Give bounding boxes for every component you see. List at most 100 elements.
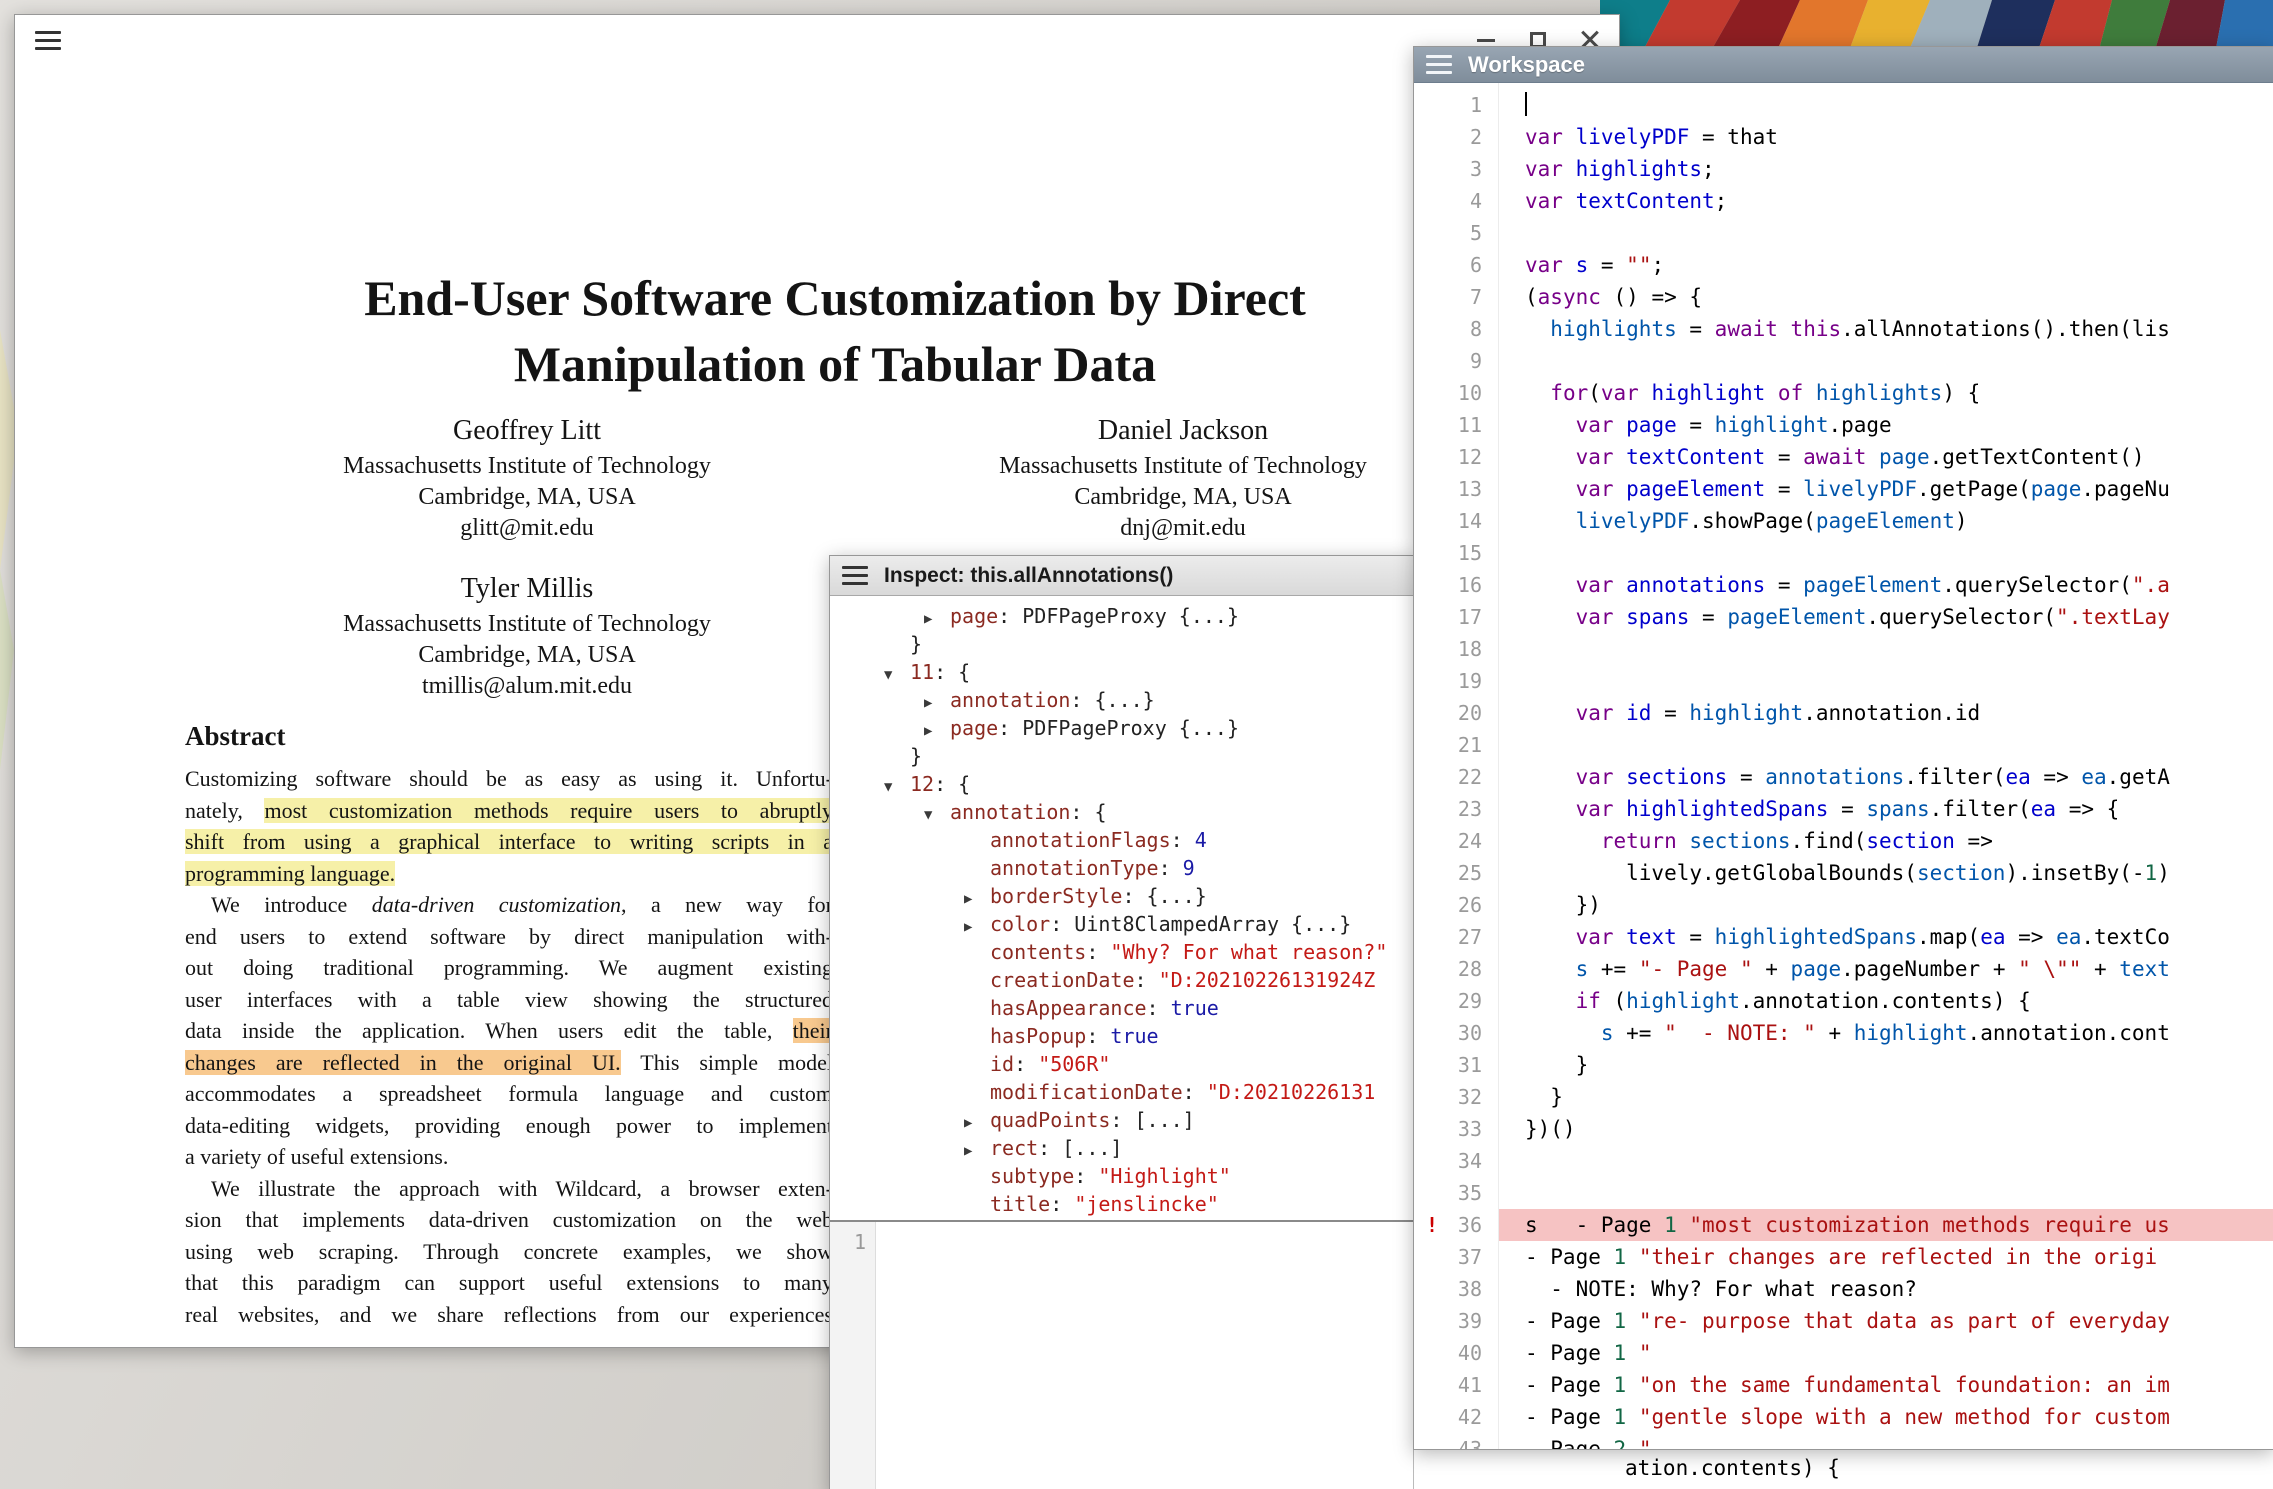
code-line[interactable]: 20 var id = highlight.annotation.id <box>1414 697 2273 729</box>
code-line[interactable]: 24 return sections.find(section => <box>1414 825 2273 857</box>
code-line[interactable]: 33})() <box>1414 1113 2273 1145</box>
code-line[interactable]: 11 var page = highlight.page <box>1414 409 2273 441</box>
pdf-highlight-yellow[interactable]: programming language. <box>185 861 395 886</box>
tree-row[interactable]: ▶rect: [...] <box>830 1134 1418 1162</box>
expand-arrow-icon[interactable]: ▶ <box>964 885 990 913</box>
inspect-titlebar[interactable]: Inspect: this.allAnnotations() <box>830 556 1418 596</box>
token: 11 <box>910 660 934 684</box>
code-line[interactable]: 21 <box>1414 729 2273 761</box>
token: lively.getGlobalBounds( <box>1525 861 1917 885</box>
code-line[interactable]: 28 s += "- Page " + page.pageNumber + " … <box>1414 953 2273 985</box>
collapse-arrow-icon[interactable]: ▼ <box>884 661 910 689</box>
inspect-editor-pane[interactable]: 1 <box>830 1220 1418 1489</box>
code-line[interactable]: 5 <box>1414 217 2273 249</box>
code-line[interactable]: 19 <box>1414 665 2273 697</box>
author-email: glitt@mit.edu <box>267 513 787 544</box>
expand-arrow-icon[interactable]: ▶ <box>964 913 990 941</box>
code-line[interactable]: 10 for(var highlight of highlights) { <box>1414 377 2273 409</box>
code-line[interactable]: 41- Page 1 "on the same fundamental foun… <box>1414 1369 2273 1401</box>
code-line[interactable]: 6var s = ""; <box>1414 249 2273 281</box>
code-line[interactable]: 35 <box>1414 1177 2273 1209</box>
code-line[interactable]: 2var livelyPDF = that <box>1414 121 2273 153</box>
collapse-arrow-icon[interactable]: ▼ <box>884 773 910 801</box>
abstract-text-segment: This simple model <box>621 1050 833 1075</box>
code-line[interactable]: 23 var highlightedSpans = spans.filter(e… <box>1414 793 2273 825</box>
code-line[interactable]: 4var textContent; <box>1414 185 2273 217</box>
code-line[interactable]: 43- Page 2 " <box>1414 1433 2273 1449</box>
code-line[interactable]: 16 var annotations = pageElement.querySe… <box>1414 569 2273 601</box>
pdf-highlight-yellow[interactable]: most customization methods require users… <box>264 798 833 823</box>
tree-row[interactable]: creationDate: "D:20210226131924Z <box>830 966 1418 994</box>
line-number: 9 <box>1414 345 1498 377</box>
code-line[interactable]: 31 } <box>1414 1049 2273 1081</box>
code-line[interactable]: 9 <box>1414 345 2273 377</box>
collapse-arrow-icon[interactable]: ▼ <box>924 801 950 829</box>
code-line[interactable]: 40- Page 1 " <box>1414 1337 2273 1369</box>
tree-row[interactable]: ▼11: { <box>830 658 1418 686</box>
code-line[interactable]: 29 if (highlight.annotation.contents) { <box>1414 985 2273 1017</box>
tree-row[interactable]: ▼annotation: { <box>830 798 1418 826</box>
code-line[interactable]: 8 highlights = await this.allAnnotations… <box>1414 313 2273 345</box>
tree-row[interactable]: ▶page: PDFPageProxy {...} <box>830 714 1418 742</box>
pdf-highlight-orange[interactable]: changes are reflected in the original UI… <box>185 1050 621 1075</box>
code-line[interactable]: 3var highlights; <box>1414 153 2273 185</box>
expand-arrow-icon[interactable]: ▶ <box>924 689 950 717</box>
code-line[interactable]: 1 <box>1414 89 2273 121</box>
code-line[interactable]: 22 var sections = annotations.filter(ea … <box>1414 761 2273 793</box>
token: text <box>1626 925 1677 949</box>
code-line[interactable]: 27 var text = highlightedSpans.map(ea =>… <box>1414 921 2273 953</box>
expand-arrow-icon[interactable]: ▶ <box>964 1137 990 1165</box>
inspect-editor-content[interactable] <box>876 1222 1418 1489</box>
code-line[interactable]: 39- Page 1 "re- purpose that data as par… <box>1414 1305 2273 1337</box>
tree-row[interactable]: hasPopup: true <box>830 1022 1418 1050</box>
tree-row[interactable]: ▶annotation: {...} <box>830 686 1418 714</box>
tree-row[interactable]: hasAppearance: true <box>830 994 1418 1022</box>
tree-row[interactable]: annotationFlags: 4 <box>830 826 1418 854</box>
inspect-menu-icon[interactable] <box>842 566 868 585</box>
code-line[interactable]: 7(async () => { <box>1414 281 2273 313</box>
tree-row[interactable]: subtype: "Highlight" <box>830 1162 1418 1190</box>
token: borderStyle <box>990 884 1122 908</box>
tree-row[interactable]: } <box>830 630 1418 658</box>
code-line[interactable]: 38 - NOTE: Why? For what reason? <box>1414 1273 2273 1305</box>
tree-row[interactable]: modificationDate: "D:20210226131 <box>830 1078 1418 1106</box>
tree-row[interactable]: contents: "Why? For what reason?" <box>830 938 1418 966</box>
code-line[interactable]: 12 var textContent = await page.getTextC… <box>1414 441 2273 473</box>
workspace-titlebar[interactable]: Workspace <box>1414 47 2273 83</box>
token: : Uint8ClampedArray {...} <box>1050 912 1351 936</box>
code-line[interactable]: 15 <box>1414 537 2273 569</box>
code-line[interactable]: 37- Page 1 "their changes are reflected … <box>1414 1241 2273 1273</box>
workspace-menu-icon[interactable] <box>1426 55 1452 74</box>
code-line[interactable]: !36s - Page 1 "most customization method… <box>1414 1209 2273 1241</box>
code-line[interactable]: 32 } <box>1414 1081 2273 1113</box>
object-tree[interactable]: ▶page: PDFPageProxy {...}}▼11: {▶annotat… <box>830 596 1418 1220</box>
tree-row[interactable]: ▶page: PDFPageProxy {...} <box>830 602 1418 630</box>
tree-row[interactable]: title: "jenslincke" <box>830 1190 1418 1218</box>
code-line[interactable]: 25 lively.getGlobalBounds(section).inset… <box>1414 857 2273 889</box>
abstract-text-segment: sion that implements data-driven customi… <box>185 1207 833 1232</box>
pdf-highlight-yellow[interactable]: shift from using a graphical interface t… <box>185 829 833 854</box>
tree-row[interactable]: ▶borderStyle: {...} <box>830 882 1418 910</box>
code-line[interactable]: 34 <box>1414 1145 2273 1177</box>
line-number: 23 <box>1414 793 1498 825</box>
code-line[interactable]: 30 s += " - NOTE: " + highlight.annotati… <box>1414 1017 2273 1049</box>
tree-row[interactable]: ▼12: { <box>830 770 1418 798</box>
tree-row[interactable]: } <box>830 742 1418 770</box>
token: : {...} <box>1122 884 1206 908</box>
tree-row[interactable]: id: "506R" <box>830 1050 1418 1078</box>
line-number: 32 <box>1414 1081 1498 1113</box>
pdf-highlight-orange[interactable]: their <box>793 1018 833 1043</box>
code-line[interactable]: 18 <box>1414 633 2273 665</box>
code-line[interactable]: 42- Page 1 "gentle slope with a new meth… <box>1414 1401 2273 1433</box>
code-line[interactable]: 26 }) <box>1414 889 2273 921</box>
code-line[interactable]: 14 livelyPDF.showPage(pageElement) <box>1414 505 2273 537</box>
code-line[interactable]: 17 var spans = pageElement.querySelector… <box>1414 601 2273 633</box>
tree-row[interactable]: ▶quadPoints: [...] <box>830 1106 1418 1134</box>
tree-row[interactable]: annotationType: 9 <box>830 854 1418 882</box>
expand-arrow-icon[interactable]: ▶ <box>964 1109 990 1137</box>
code-editor[interactable]: 12var livelyPDF = that3var highlights;4v… <box>1414 83 2273 1449</box>
expand-arrow-icon[interactable]: ▶ <box>924 605 950 633</box>
code-line[interactable]: 13 var pageElement = livelyPDF.getPage(p… <box>1414 473 2273 505</box>
tree-row[interactable]: ▶color: Uint8ClampedArray {...} <box>830 910 1418 938</box>
expand-arrow-icon[interactable]: ▶ <box>924 717 950 745</box>
